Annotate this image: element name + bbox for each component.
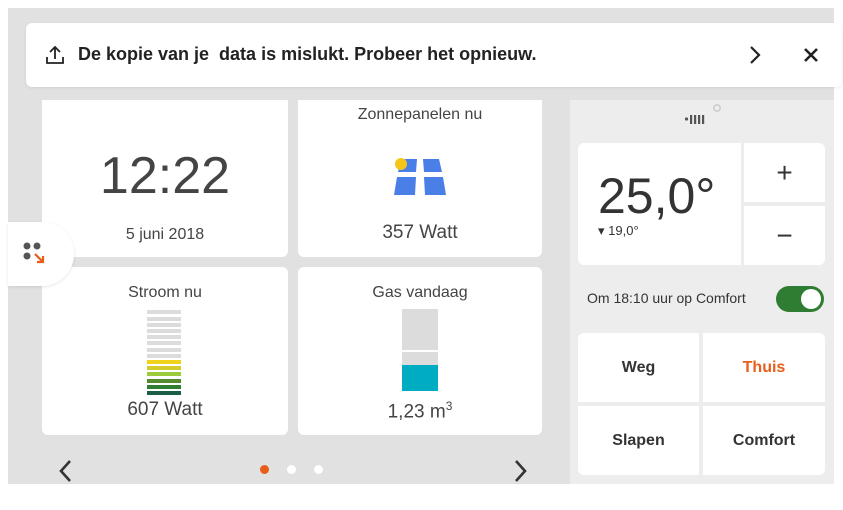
gas-title: Gas vandaag: [372, 284, 468, 301]
solar-value: 357 Watt: [382, 222, 458, 243]
program-schedule-text: Om 18:10 uur op Comfort: [587, 290, 746, 306]
minus-label: −: [776, 219, 793, 251]
apps-drawer-button[interactable]: [8, 222, 74, 286]
power-level-bar: [147, 360, 181, 364]
gas-unit-superscript: 3: [445, 399, 453, 413]
preset-label: Comfort: [732, 431, 796, 449]
previous-page-chevron-icon[interactable]: [56, 458, 76, 484]
preset-comfort-button[interactable]: Comfort: [703, 406, 825, 475]
power-level-bar: [147, 322, 181, 327]
preset-slapen-button[interactable]: Slapen: [578, 406, 699, 475]
power-level-bar: [147, 391, 181, 395]
gas-fill: [402, 364, 438, 391]
gas-value: 1,23 m3: [298, 399, 542, 423]
radiator-icon: [684, 104, 721, 124]
power-title: Stroom nu: [128, 284, 202, 301]
power-level-bar: [147, 378, 181, 383]
toggle-knob: [801, 289, 821, 309]
gas-amount: 1,23 m: [387, 401, 446, 423]
power-level-bar: [147, 329, 181, 333]
power-level-bar: [147, 353, 181, 358]
clock-date: 5 juni 2018: [125, 226, 205, 243]
apps-icon: [23, 242, 45, 264]
page-dot-1[interactable]: [260, 465, 269, 474]
power-tile[interactable]: Stroom nu 607 Watt: [42, 267, 288, 435]
power-level-bar: [147, 310, 181, 315]
setpoint-temperature: ▾ 19,0°: [598, 223, 639, 238]
notification-message: De kopie van je data is mislukt. Probeer…: [78, 44, 537, 64]
power-level-bar: [147, 366, 181, 371]
power-level-bar: [147, 341, 181, 346]
power-level-bar: [147, 347, 181, 352]
solar-title: Zonnepanelen nu: [357, 106, 483, 123]
program-toggle[interactable]: [776, 286, 824, 312]
solar-panel-icon: [394, 158, 446, 195]
power-level-bar: [147, 316, 181, 321]
page-dot-2[interactable]: [287, 465, 296, 474]
notification-banner[interactable]: De kopie van je data is mislukt. Probeer…: [26, 23, 842, 87]
temperature-down-button[interactable]: −: [744, 206, 825, 265]
power-level-bar: [147, 372, 181, 377]
gas-level-meter: [402, 309, 438, 391]
clock-tile[interactable]: 12:22 5 juni 2018: [42, 100, 288, 257]
next-page-chevron-icon[interactable]: [510, 458, 530, 484]
current-temperature: 25,0°: [598, 168, 716, 224]
page-dot-3[interactable]: [314, 465, 323, 474]
power-value: 607 Watt: [127, 399, 203, 420]
clock-time: 12:22: [99, 147, 231, 205]
preset-thuis-button[interactable]: Thuis: [703, 333, 825, 402]
plus-label: +: [776, 156, 793, 188]
gas-tile[interactable]: Gas vandaag 1,23 m3: [298, 267, 542, 435]
power-level-meter: [147, 309, 181, 395]
power-level-bar: [147, 384, 181, 389]
preset-label: Thuis: [742, 358, 786, 376]
preset-label: Weg: [621, 358, 656, 376]
close-icon[interactable]: [802, 46, 820, 64]
power-level-bar: [147, 335, 181, 340]
preset-label: Slapen: [612, 431, 665, 449]
page-indicator: [260, 465, 326, 475]
solar-tile[interactable]: Zonnepanelen nu 357 Watt: [298, 100, 542, 257]
upload-icon: [46, 45, 64, 64]
preset-weg-button[interactable]: Weg: [578, 333, 699, 402]
temperature-display: 25,0° ▾ 19,0°: [578, 143, 741, 265]
chevron-right-icon[interactable]: [747, 45, 763, 65]
temperature-up-button[interactable]: +: [744, 143, 825, 202]
